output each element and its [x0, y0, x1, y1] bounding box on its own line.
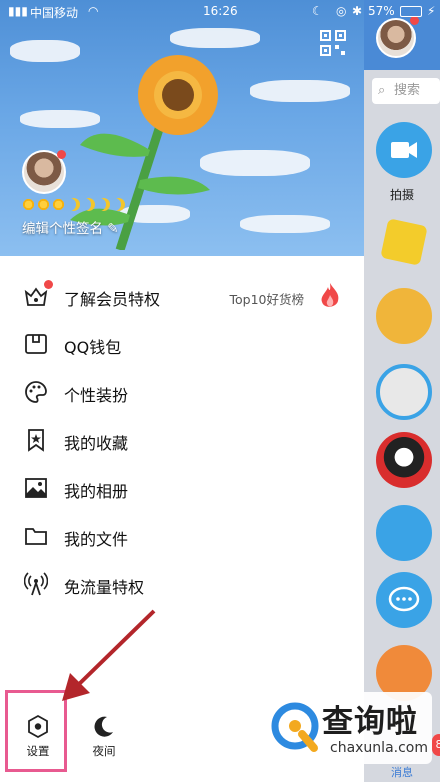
moon-icon	[82, 198, 95, 211]
top10-promo-label: Top10好货榜	[229, 292, 305, 307]
menu-item-favorites[interactable]: 我的收藏	[0, 418, 364, 466]
menu-item-files[interactable]: 我的文件	[0, 514, 364, 562]
palette-icon	[25, 381, 47, 403]
sun-icon	[52, 198, 65, 211]
qr-code-icon[interactable]	[320, 30, 346, 56]
cloud-decoration	[170, 28, 260, 48]
folder-icon	[25, 528, 47, 545]
avatar[interactable]	[376, 18, 416, 58]
carrier-label: 中国移动	[30, 6, 79, 20]
menu-label: 我的相册	[64, 482, 129, 501]
chat-bubble-icon[interactable]	[376, 572, 432, 628]
menu-label: 了解会员特权	[64, 290, 161, 309]
status-bar: ▮▮▮ 中国移动 ◠ 16:26 ☾ ◎ ✱ 57% ⚡	[0, 0, 440, 24]
menu-label: 我的收藏	[64, 434, 129, 453]
qzone-star-icon[interactable]	[380, 218, 428, 266]
wallet-icon	[25, 334, 47, 354]
pencil-icon: ✎	[107, 221, 119, 237]
night-mode-button[interactable]: 夜间	[82, 714, 126, 759]
level-badges[interactable]	[22, 198, 125, 211]
battery-icon	[400, 6, 422, 17]
cloud-decoration	[240, 215, 330, 233]
red-arrow-annotation	[62, 609, 156, 701]
profile-header-background[interactable]: 编辑个性签名 ✎	[0, 0, 364, 256]
image-icon	[25, 478, 47, 498]
menu-item-free-data[interactable]: 免流量特权	[0, 562, 364, 610]
bookmark-star-icon	[28, 429, 44, 452]
moon-status-icon: ☾	[312, 4, 323, 18]
watermark-url: chaxunla.com	[330, 740, 428, 756]
capture-button[interactable]	[376, 122, 432, 178]
penguin-icon[interactable]	[376, 432, 432, 488]
moon-icon	[97, 198, 110, 211]
lock-rotation-icon: ◎	[336, 4, 347, 18]
video-camera-icon	[391, 142, 417, 158]
menu-label: 我的文件	[64, 530, 129, 549]
capture-label: 拍摄	[389, 188, 414, 202]
moon-icon	[67, 198, 80, 211]
bluetooth-icon: ✱	[352, 4, 363, 18]
menu-item-vip-privileges[interactable]: 了解会员特权 Top10好货榜	[0, 274, 364, 322]
tab-messages[interactable]: 消息	[364, 764, 440, 780]
watermark: 查询啦 chaxunla.com	[262, 692, 432, 764]
app-swirl-icon[interactable]	[376, 364, 432, 420]
signal-icon: ▮▮▮	[8, 4, 28, 18]
menu-label: QQ钱包	[64, 338, 122, 357]
menu-label: 免流量特权	[64, 578, 145, 597]
edit-signature-link[interactable]: 编辑个性签名 ✎	[22, 217, 119, 237]
menu-label: 个性装扮	[64, 386, 129, 405]
sun-icon	[22, 198, 35, 211]
menu-item-personal-theme[interactable]: 个性装扮	[0, 370, 364, 418]
watermark-title: 查询啦	[322, 704, 418, 740]
unread-count-badge: 8	[432, 734, 440, 756]
menu-item-qq-wallet[interactable]: QQ钱包	[0, 322, 364, 370]
magnifier-logo-icon	[271, 702, 319, 752]
antenna-signal-icon	[24, 572, 48, 596]
search-icon: ⌕	[378, 83, 386, 98]
contacts-circle-icon[interactable]	[376, 505, 432, 561]
charging-icon: ⚡	[427, 4, 436, 18]
search-box[interactable]: ⌕ 搜索	[372, 78, 440, 104]
moon-icon	[94, 716, 113, 737]
notification-dot	[57, 150, 66, 159]
sun-icon	[37, 198, 50, 211]
clock: 16:26	[203, 4, 238, 18]
moon-icon	[112, 198, 125, 211]
wifi-icon: ◠	[88, 4, 99, 18]
flame-icon	[321, 283, 339, 307]
search-placeholder: 搜索	[394, 83, 421, 98]
battery-percent: 57%	[368, 4, 395, 18]
speech-bubble-icon	[388, 586, 420, 612]
signature-label: 编辑个性签名	[22, 221, 103, 237]
main-screen-peek[interactable]: ⌕ 搜索 拍摄 8 消息	[364, 0, 440, 782]
game-app-icon[interactable]	[376, 288, 432, 344]
notification-dot	[44, 280, 53, 289]
night-mode-label: 夜间	[92, 744, 116, 758]
menu-item-photo-album[interactable]: 我的相册	[0, 466, 364, 514]
cloud-decoration	[250, 80, 350, 102]
